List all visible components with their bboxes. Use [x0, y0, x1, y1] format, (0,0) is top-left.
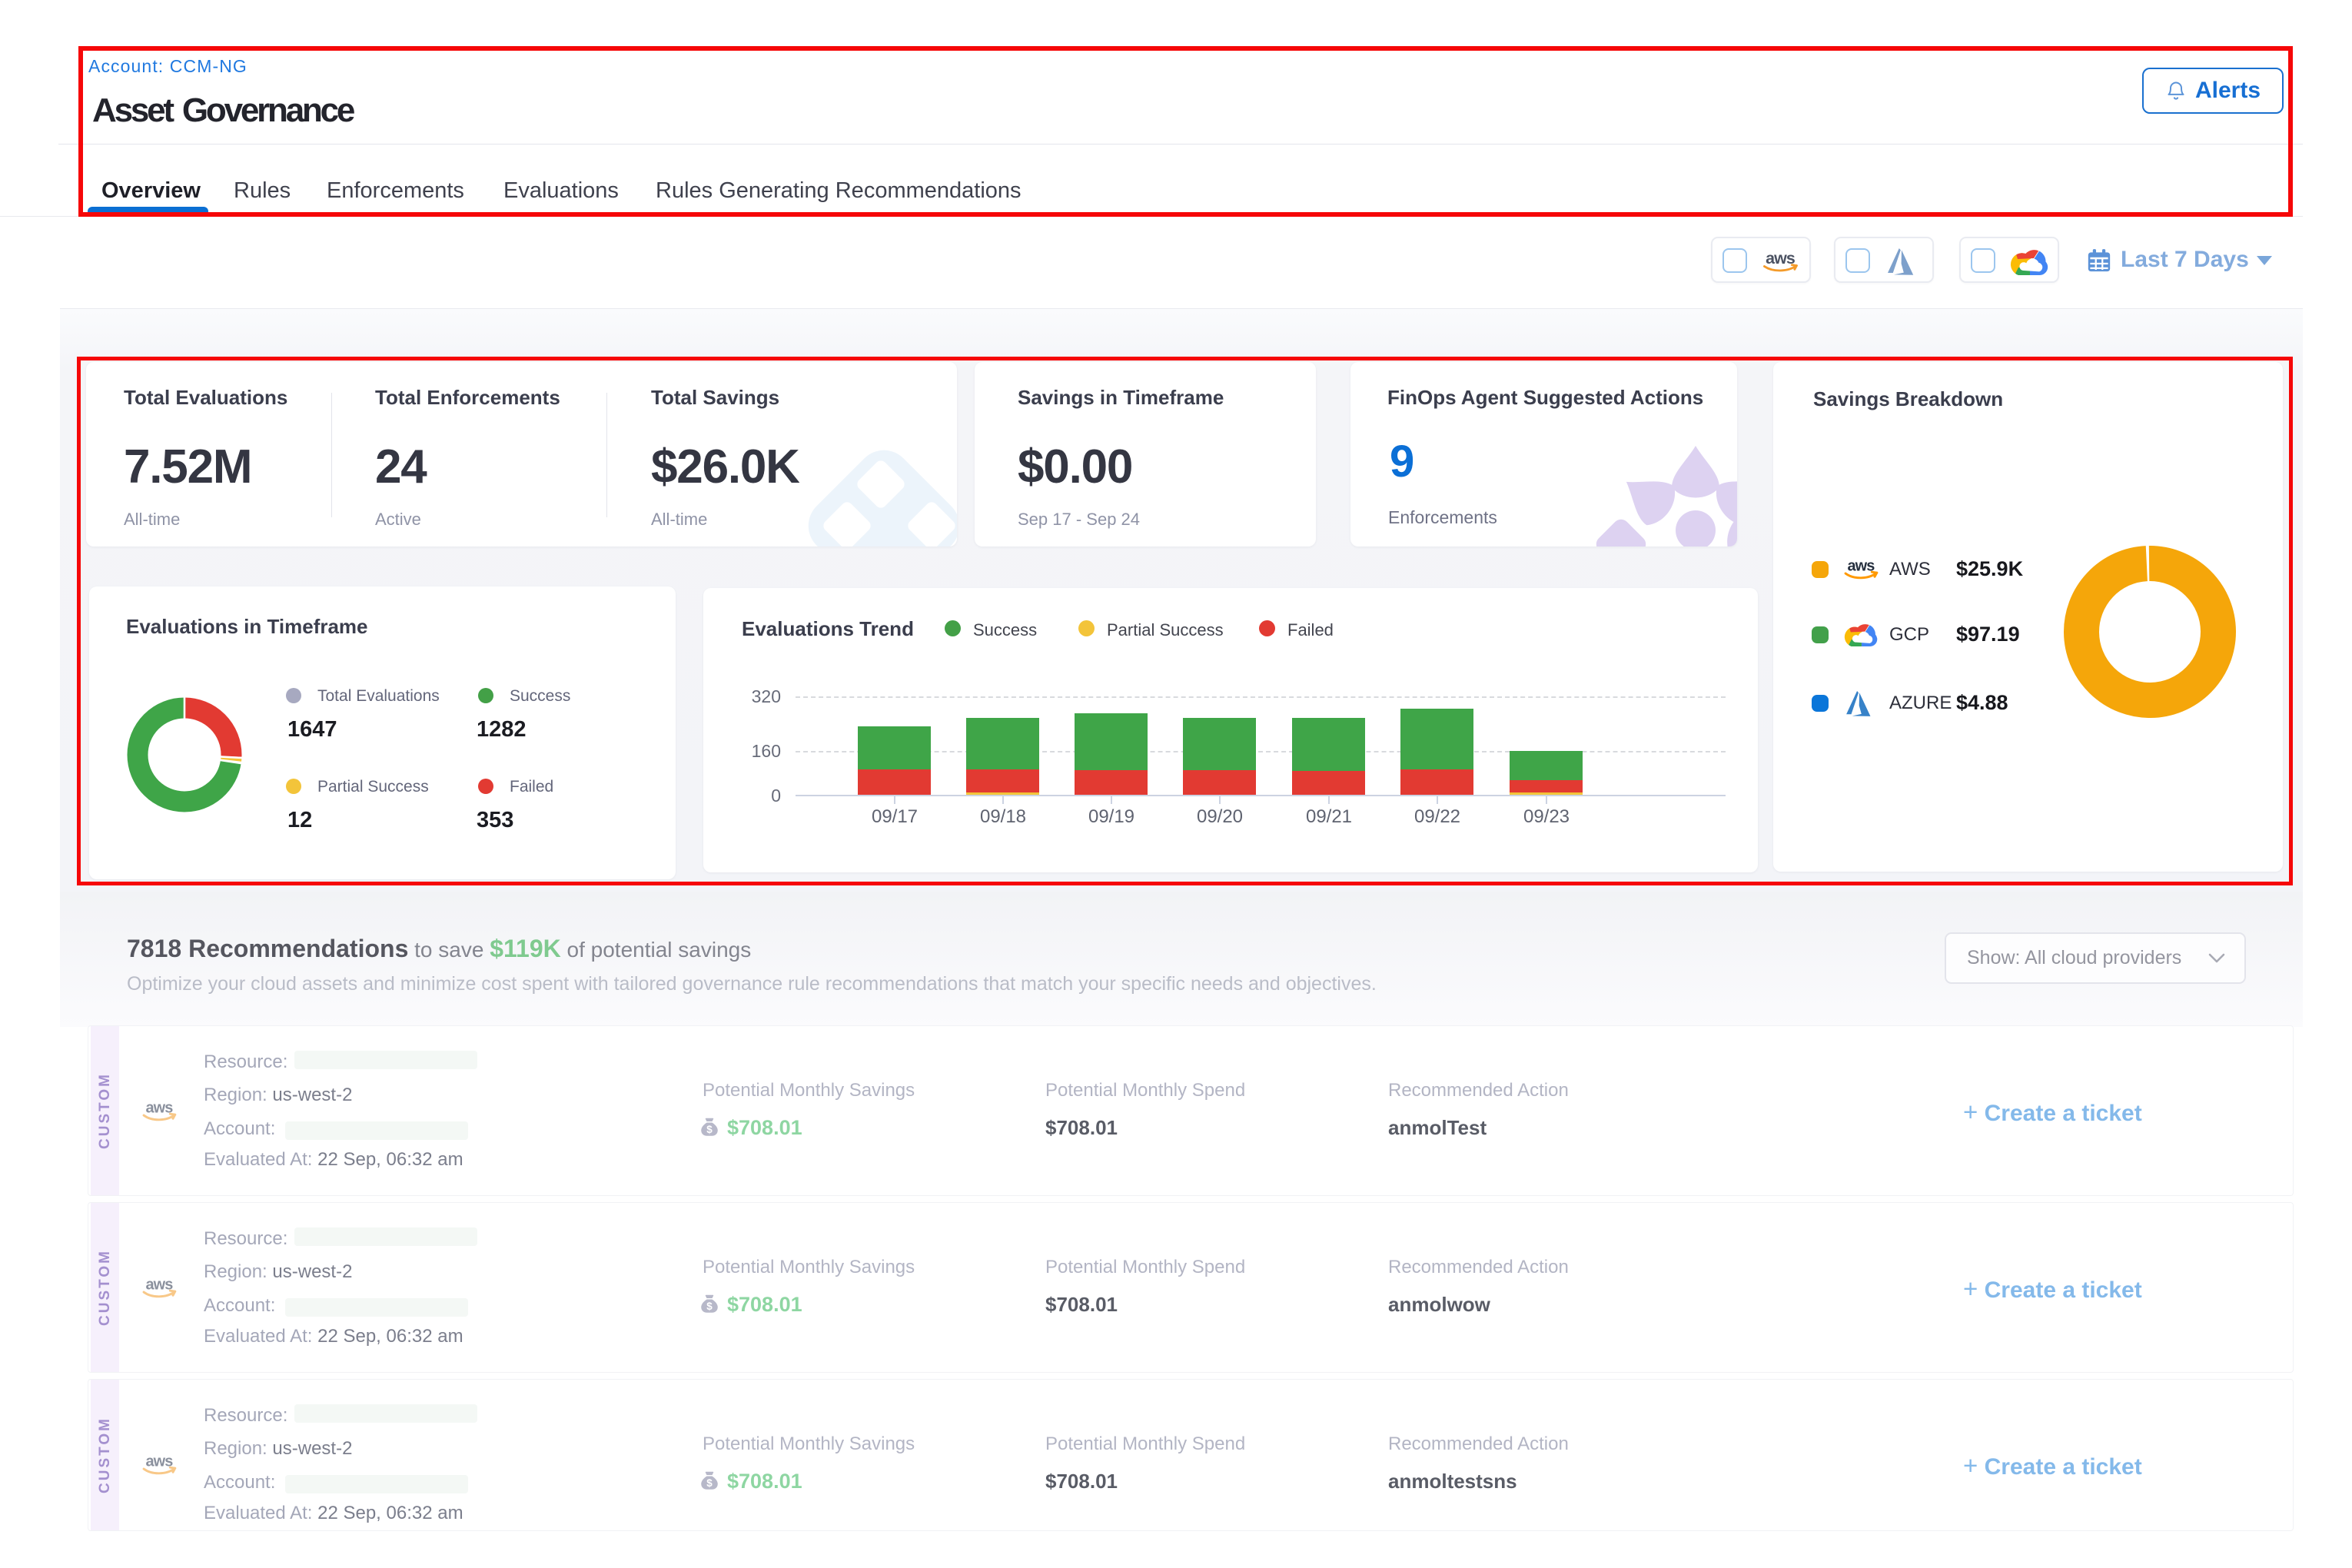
svg-text:aws: aws	[1766, 249, 1796, 267]
svg-text:$: $	[706, 1301, 713, 1312]
svg-text:$: $	[706, 1124, 713, 1135]
svg-text:$: $	[706, 1477, 713, 1489]
